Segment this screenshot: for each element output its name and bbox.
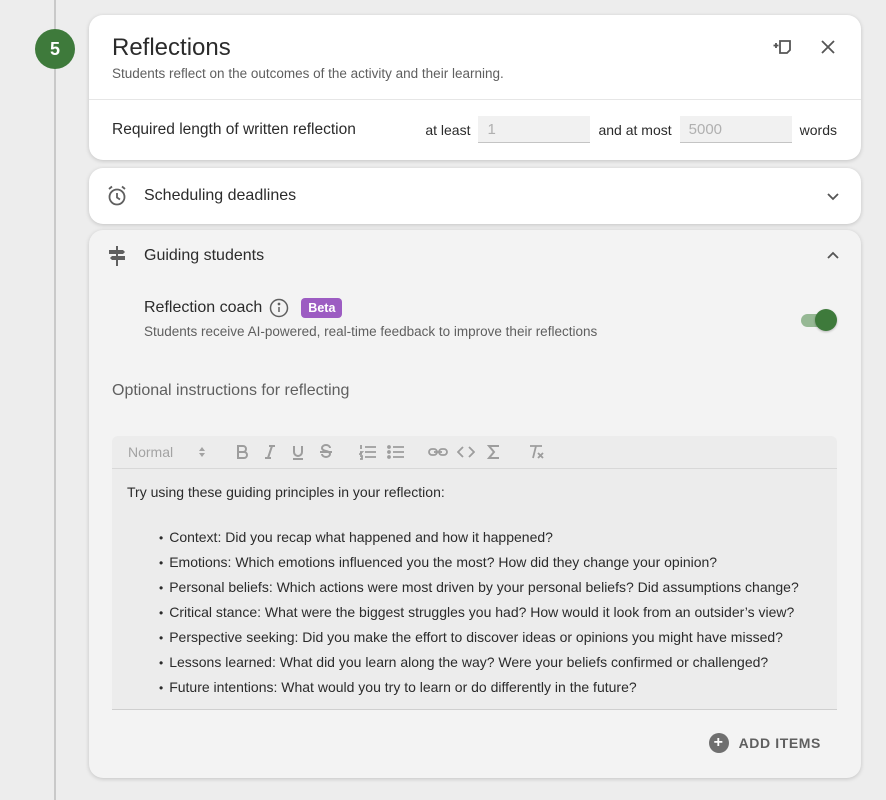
clear-format-icon [530,445,544,459]
beta-badge: Beta [301,298,343,318]
guiding-students-section: Guiding students Reflection coach Beta S… [89,230,861,778]
underline-icon [293,446,303,460]
select-arrows-icon [199,447,205,457]
link-button[interactable] [428,442,448,462]
code-icon [457,446,475,458]
chevron-up-icon[interactable] [825,248,841,264]
close-button[interactable] [817,36,839,58]
formula-button[interactable] [484,442,504,462]
instructions-editor[interactable]: Normal Try using these guiding principle… [112,436,837,710]
ordered-list-button[interactable] [358,442,378,462]
close-icon [821,40,835,54]
bold-icon [237,445,248,459]
add-items-button[interactable]: + ADD ITEMS [708,733,821,753]
page-title: Reflections [112,34,231,61]
format-select-value: Normal [128,444,174,460]
add-section-icon [773,40,791,54]
reflection-coach-heading: Reflection coach Beta [144,298,343,318]
editor-content[interactable]: Try using these guiding principles in yo… [112,469,837,715]
italic-button[interactable] [260,442,280,462]
strikethrough-button[interactable] [316,442,336,462]
required-length-row: at least and at most words [425,116,837,143]
ordered-list-icon [359,445,376,460]
chevron-down-icon[interactable] [825,188,841,204]
scheduling-deadlines-section[interactable]: Scheduling deadlines [89,168,861,224]
list-item: Perspective seeking: Did you make the ef… [159,625,822,650]
divider [89,99,861,100]
clear-format-button[interactable] [526,442,546,462]
list-item: Future intentions: What would you try to… [159,675,822,700]
at-most-label: and at most [598,121,672,138]
bullet-list-icon [387,445,404,459]
timeline-line [54,0,56,800]
info-icon[interactable] [269,298,289,318]
toggle-knob [815,309,837,331]
link-icon [428,448,448,456]
editor-toolbar: Normal [112,436,837,469]
sigma-icon [486,445,499,459]
list-item: Emotions: Which emotions influenced you … [159,550,822,575]
add-section-button[interactable] [773,36,795,58]
step-number-badge: 5 [35,29,75,69]
required-length-label: Required length of written reflection [112,121,356,138]
add-items-label: ADD ITEMS [738,735,821,751]
signpost-icon [109,246,125,266]
optional-instructions-label: Optional instructions for reflecting [112,382,350,399]
bold-button[interactable] [232,442,252,462]
bullet-list-button[interactable] [386,442,406,462]
scheduling-title: Scheduling deadlines [144,187,297,204]
list-item: Context: Did you recap what happened and… [159,525,822,550]
words-label: words [799,121,837,138]
guiding-title: Guiding students [144,247,265,264]
max-words-input[interactable] [679,116,792,143]
reflection-coach-toggle[interactable] [801,309,837,331]
underline-button[interactable] [288,442,308,462]
plus-circle-icon: + [708,733,729,753]
guiding-principles-list: Context: Did you recap what happened and… [159,525,822,700]
reflection-coach-title: Reflection coach [144,299,263,316]
at-least-label: at least [425,121,471,138]
editor-intro: Try using these guiding principles in yo… [127,484,445,500]
italic-icon [265,445,275,459]
format-select[interactable]: Normal [128,444,214,460]
reflections-card: Reflections Students reflect on the outc… [89,15,861,160]
list-item: Lessons learned: What did you learn alon… [159,650,822,675]
list-item: Critical stance: What were the biggest s… [159,600,822,625]
reflection-coach-description: Students receive AI-powered, real-time f… [144,324,598,339]
strikethrough-icon [320,444,332,458]
alarm-clock-icon [108,185,126,206]
min-words-input[interactable] [478,116,591,143]
code-button[interactable] [456,442,476,462]
list-item: Personal beliefs: Which actions were mos… [159,575,822,600]
page-subtitle: Students reflect on the outcomes of the … [112,66,504,81]
